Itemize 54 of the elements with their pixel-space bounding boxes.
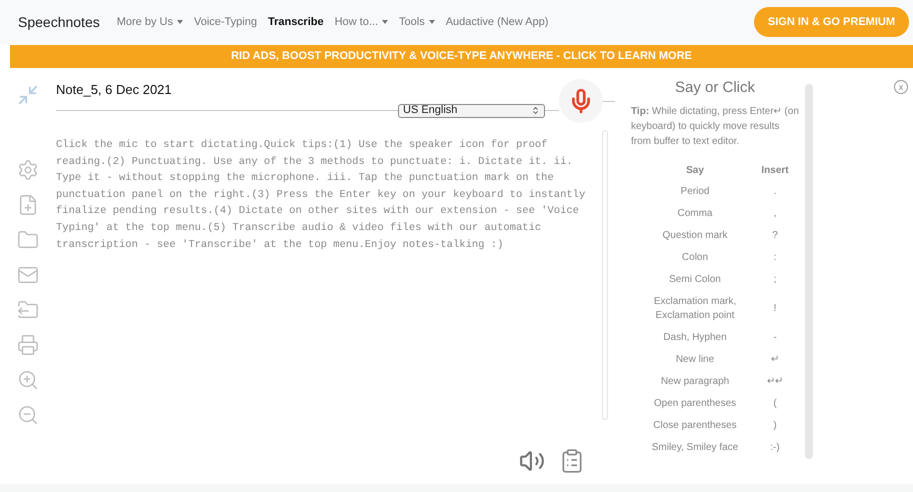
- up-down-icon: [531, 106, 540, 115]
- say-phrase[interactable]: Smiley, Smiley face: [635, 440, 755, 456]
- punctuation-insert[interactable]: ?: [755, 228, 795, 243]
- punctuation-insert[interactable]: ;: [755, 272, 795, 287]
- brand-link[interactable]: Speechnotes: [18, 12, 100, 32]
- premium-button[interactable]: SIGN IN & GO PREMIUM: [754, 7, 909, 37]
- nav-link[interactable]: How to...: [334, 14, 388, 30]
- say-phrase[interactable]: Dash, Hyphen: [635, 330, 755, 346]
- nav-link[interactable]: More by Us: [116, 14, 183, 30]
- punctuation-insert[interactable]: -: [755, 330, 795, 345]
- punctuation-insert[interactable]: ,: [755, 206, 795, 221]
- zoom-out-icon[interactable]: [16, 404, 38, 426]
- tip-text: Tip: While dictating, press Enter↵ (on keyboard) to quickly move results from buffer to text editor.: [631, 104, 799, 148]
- mic-button[interactable]: [559, 79, 603, 123]
- say-phrase[interactable]: Comma: [635, 206, 755, 222]
- say-phrase[interactable]: Open parentheses: [635, 396, 755, 412]
- nav-link[interactable]: Transcribe: [268, 14, 324, 30]
- panel-scrollbar[interactable]: [805, 84, 813, 459]
- say-phrase[interactable]: New paragraph: [635, 374, 755, 390]
- say-phrase[interactable]: Question mark: [635, 228, 755, 244]
- panel-title: Say or Click: [674, 78, 756, 98]
- editor-text[interactable]: Click the mic to start dictating.Quick tips:(1) Use the speaker icon for proof reading.(2) Punctuating. Use any of the 3 methods to punctuate: i. Dictate it. ii. Type it - without stopping the microphone. iii. Tap the punctuation mark on the punctuation panel on the right.(3) Press the Enter key on your keyboard to instantly finalize pending results.(4) Dictate on other sites with our extension - see 'Voice Typing' at the top menu.(5) Transcribe audio & video files with our automatic transcription - see 'Transcribe' at the top menu.Enjoy notes-talking :): [56, 127, 594, 448]
- punctuation-insert[interactable]: (: [755, 396, 795, 411]
- speaker-icon[interactable]: [519, 448, 545, 474]
- say-phrase[interactable]: Colon: [635, 250, 755, 266]
- punctuation-insert[interactable]: ↵: [755, 352, 795, 367]
- language-select[interactable]: US English: [398, 104, 545, 118]
- column-header: Say: [685, 164, 705, 178]
- nav-link[interactable]: Tools: [399, 14, 435, 30]
- punctuation-insert[interactable]: ↵↵: [755, 374, 795, 389]
- printer-icon[interactable]: [16, 334, 38, 356]
- say-phrase[interactable]: Period: [635, 184, 755, 200]
- close-button[interactable]: x: [894, 80, 908, 94]
- settings-icon[interactable]: [16, 159, 38, 181]
- column-header: Insert: [760, 164, 790, 178]
- nav-link[interactable]: Audactive (New App): [446, 14, 548, 30]
- say-phrase[interactable]: New line: [635, 352, 755, 368]
- punctuation-insert[interactable]: :: [755, 250, 795, 265]
- editor-scrollbar[interactable]: [602, 130, 608, 420]
- folder-export-icon[interactable]: [16, 299, 38, 321]
- punctuation-insert[interactable]: !: [755, 301, 795, 316]
- punctuation-insert[interactable]: :-): [755, 440, 795, 455]
- say-phrase[interactable]: Exclamation mark, Exclamation point: [635, 294, 755, 324]
- punctuation-insert[interactable]: ): [755, 418, 795, 433]
- say-phrase[interactable]: Close parentheses: [635, 418, 755, 434]
- zoom-in-icon[interactable]: [16, 369, 38, 391]
- punctuation-insert[interactable]: .: [755, 184, 795, 199]
- promo-banner[interactable]: RID ADS, BOOST PRODUCTIVITY & VOICE-TYPE ANYWHERE - CLICK TO LEARN MORE: [10, 45, 913, 68]
- collapse-icon[interactable]: [16, 84, 38, 106]
- note-title: Note_5, 6 Dec 2021: [56, 81, 173, 99]
- nav-link[interactable]: Voice-Typing: [194, 14, 257, 30]
- folder-icon[interactable]: [16, 229, 38, 251]
- mail-icon[interactable]: [16, 264, 38, 286]
- say-phrase[interactable]: Semi Colon: [635, 272, 755, 288]
